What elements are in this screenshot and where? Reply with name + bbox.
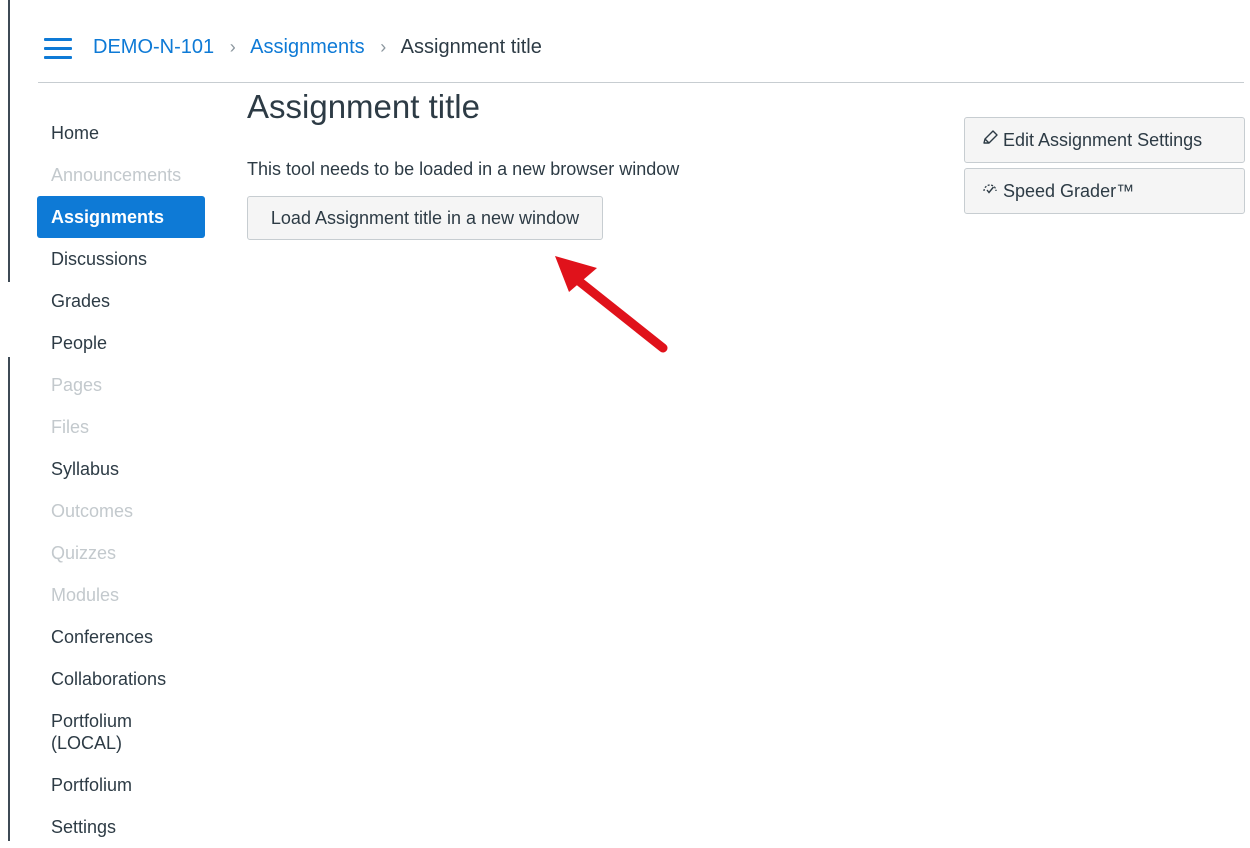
sidebar-item-outcomes[interactable]: Outcomes [37, 490, 205, 532]
chevron-right-icon: › [229, 37, 236, 57]
sidebar-item-people[interactable]: People [37, 322, 205, 364]
course-navigation: Home Announcements Assignments Discussions G… [37, 112, 205, 848]
sidebar-item-assignments[interactable]: Assignments [37, 196, 205, 238]
hamburger-icon[interactable] [44, 38, 72, 60]
red-arrow-annotation [555, 256, 668, 353]
sidebar-item-syllabus[interactable]: Syllabus [37, 448, 205, 490]
pencil-icon [981, 129, 1003, 152]
left-edge-rule [8, 0, 10, 282]
edit-assignment-settings-label: Edit Assignment Settings [1003, 129, 1203, 150]
breadcrumb-current: Assignment title [400, 36, 542, 58]
top-navigation-bar: DEMO-N-101 › Assignments › Assignment ti… [38, 22, 1244, 83]
sidebar-item-discussions[interactable]: Discussions [37, 238, 205, 280]
sidebar-item-portfolium-local[interactable]: Portfolium (LOCAL) [37, 700, 175, 764]
load-in-new-window-button[interactable]: Load Assignment title in a new window [247, 196, 603, 240]
speed-grader-button[interactable]: Speed Grader™ [964, 168, 1245, 214]
load-notice-text: This tool needs to be loaded in a new br… [247, 159, 680, 179]
chevron-right-icon: › [380, 37, 387, 57]
sidebar-item-announcements[interactable]: Announcements [37, 154, 205, 196]
sidebar-item-settings[interactable]: Settings [37, 806, 205, 848]
sidebar-item-portfolium[interactable]: Portfolium [37, 764, 205, 806]
sidebar-item-conferences[interactable]: Conferences [37, 616, 205, 658]
sidebar-item-pages[interactable]: Pages [37, 364, 205, 406]
sidebar-item-files[interactable]: Files [37, 406, 205, 448]
sidebar-item-quizzes[interactable]: Quizzes [37, 532, 205, 574]
left-edge-rule [8, 357, 10, 841]
breadcrumb-assignments-link[interactable]: Assignments [250, 36, 365, 58]
sidebar-item-home[interactable]: Home [37, 112, 205, 154]
breadcrumb-course-link[interactable]: DEMO-N-101 [93, 36, 214, 58]
page-title: Assignment title [247, 88, 480, 125]
sidebar-item-modules[interactable]: Modules [37, 574, 205, 616]
sidebar-item-collaborations[interactable]: Collaborations [37, 658, 205, 700]
speedgrader-icon [981, 180, 1003, 203]
sidebar-item-grades[interactable]: Grades [37, 280, 205, 322]
speed-grader-label: Speed Grader™ [1003, 180, 1135, 201]
breadcrumb: DEMO-N-101 › Assignments › Assignment ti… [93, 35, 542, 59]
edit-assignment-settings-button[interactable]: Edit Assignment Settings [964, 117, 1245, 163]
